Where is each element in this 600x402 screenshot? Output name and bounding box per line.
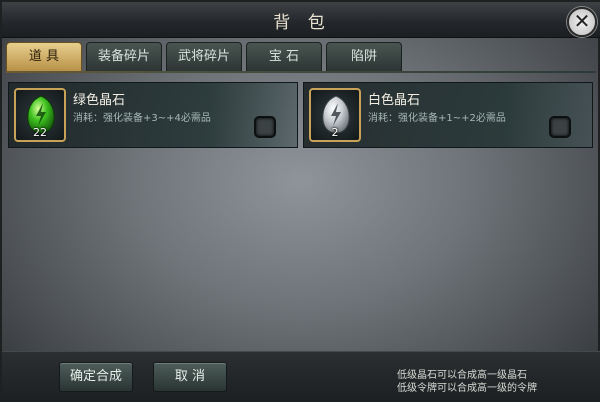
tab-gems[interactable]: 宝 石 [246, 42, 322, 72]
tab-items[interactable]: 道 具 [6, 42, 82, 72]
tab-divider [6, 71, 596, 73]
select-checkbox[interactable] [254, 116, 276, 138]
tab-traps[interactable]: 陷阱 [326, 42, 402, 72]
tab-equipment-fragments[interactable]: 装备碎片 [86, 42, 162, 72]
cancel-button[interactable]: 取 消 [153, 362, 227, 392]
item-description: 消耗：强化装备+1~+2必需品 [368, 113, 506, 124]
close-button[interactable]: ✕ [567, 7, 597, 37]
item-card-white-crystal[interactable]: 2 白色晶石 消耗：强化装备+1~+2必需品 [303, 82, 593, 148]
item-slot[interactable]: 22 [14, 88, 66, 142]
confirm-synthesis-button[interactable]: 确定合成 [59, 362, 133, 392]
item-name: 白色晶石 [368, 93, 421, 108]
select-checkbox[interactable] [549, 116, 571, 138]
action-bar: 确定合成 取 消 低级晶石可以合成高一级晶石 低级令牌可以合成高一级的令牌 [2, 351, 600, 402]
item-count: 2 [331, 126, 339, 139]
close-icon: ✕ [573, 9, 591, 33]
item-card-green-crystal[interactable]: 22 绿色晶石 消耗：强化装备+3~+4必需品 [8, 82, 298, 148]
window-title: 背 包 [273, 13, 331, 33]
item-count: 22 [33, 126, 47, 139]
item-slot[interactable]: 2 [309, 88, 361, 142]
item-description: 消耗：强化装备+3~+4必需品 [73, 113, 211, 124]
item-name: 绿色晶石 [73, 93, 126, 108]
title-bar: 背 包 ✕ [2, 2, 600, 38]
backpack-window: 背 包 ✕ 道 具 装备碎片 武将碎片 宝 石 陷阱 22 绿色晶石 消耗：强化… [0, 0, 600, 402]
tab-general-fragments[interactable]: 武将碎片 [166, 42, 242, 72]
hint-line: 低级令牌可以合成高一级的令牌 [397, 383, 537, 394]
